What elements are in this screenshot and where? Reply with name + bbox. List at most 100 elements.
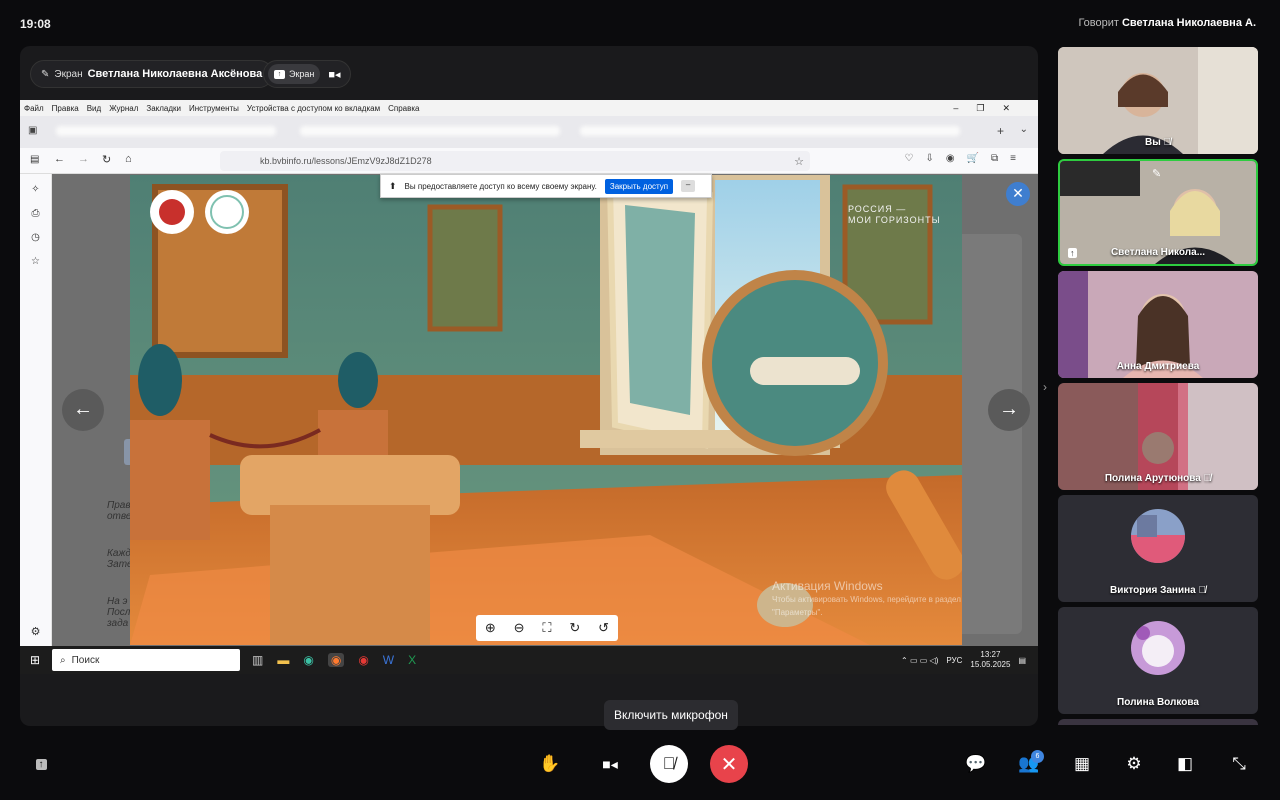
exit-fullscreen-button[interactable]: ⤡ xyxy=(1220,745,1258,783)
share-screen-icon: ↑ xyxy=(274,69,285,79)
back-icon[interactable]: ← xyxy=(54,153,65,165)
menu-history[interactable]: Журнал xyxy=(109,104,138,113)
taskbar-apps[interactable]: ▥ ▬ ◉ ◉ ◉ W X xyxy=(252,653,416,667)
screen-owner-chip[interactable]: ✎ Экран Светлана Николаевна Аксёнова xyxy=(30,60,274,88)
brand-line-2: МОИ ГОРИЗОНТЫ xyxy=(848,215,941,225)
share-notice-text: Вы предоставляете доступ ко всему своему… xyxy=(404,181,597,191)
mic-tooltip: Включить микрофон xyxy=(604,700,738,730)
layout-grid-button[interactable]: ▦ xyxy=(1063,745,1101,783)
browser-sidebar: ✧ ⎙ ◷ ☆ ⚙ xyxy=(20,174,52,646)
pin-icon: ✎ xyxy=(1152,168,1162,180)
camera-icon[interactable]: ■◂ xyxy=(328,68,340,81)
participant-tile-polina-a[interactable]: Полина Арутюнова 🎙̸ xyxy=(1058,383,1258,490)
participant-name: Полина Арутюнова 🎙̸ xyxy=(1104,473,1212,484)
grid-icon: ▦ xyxy=(1073,754,1091,773)
screen-tag: Экран xyxy=(54,68,83,80)
screen-camera-toggle[interactable]: ↑ Экран ■◂ xyxy=(263,60,351,88)
chat-icon: 💬 xyxy=(965,754,987,773)
participant-tile-polina-v[interactable]: Полина Волкова xyxy=(1058,607,1258,714)
new-tab-icon[interactable]: + xyxy=(997,124,1004,138)
excel-icon[interactable]: X xyxy=(408,653,416,667)
explorer-icon[interactable]: ▬ xyxy=(277,653,289,667)
url-text: kb.bvbinfo.ru/lessons/JEmzV9zJ8dZ1D278 xyxy=(260,156,432,166)
screen-share-notice: ⬆ Вы предоставляете доступ ко всему свое… xyxy=(380,174,712,198)
participant-tile-anna[interactable]: Анна Дмитриева xyxy=(1058,271,1258,378)
lesson-brand: РОССИЯ — МОИ ГОРИЗОНТЫ xyxy=(848,204,941,226)
windows-start-icon[interactable]: ⊞ xyxy=(30,653,40,667)
rotate-left-icon[interactable]: ↺ xyxy=(598,620,609,636)
screen-option[interactable]: ↑ Экран xyxy=(268,64,321,84)
window-controls[interactable]: –❐✕ xyxy=(953,103,1028,114)
zoom-in-icon[interactable]: ⊕ xyxy=(485,620,496,636)
menu-tools[interactable]: Инструменты xyxy=(189,104,239,113)
fullscreen-icon[interactable]: ⛶ xyxy=(542,620,551,636)
menu-help[interactable]: Справка xyxy=(388,104,419,113)
participant-tile-self[interactable]: Вы 🎙̸ xyxy=(1058,47,1258,154)
browser-tabs: ▣ + ⌄ xyxy=(20,116,1038,148)
microphone-button[interactable]: 🎙̸ xyxy=(650,745,688,783)
menu-bookmarks[interactable]: Закладки xyxy=(146,104,181,113)
more-participants-hint xyxy=(1058,719,1258,725)
sidebar-toggle-icon[interactable]: ▤ xyxy=(30,154,39,165)
participant-name: Вы 🎙̸ xyxy=(1144,137,1172,148)
bookmark-star-icon[interactable]: ☆ xyxy=(794,155,804,168)
keyboard-lang[interactable]: РУС xyxy=(946,656,962,665)
zoom-out-icon[interactable]: ⊖ xyxy=(514,620,525,636)
speaking-name: Светлана Николаевна А. xyxy=(1121,17,1256,29)
share-screen-icon: ↑ xyxy=(35,758,47,770)
search-icon: ⌕ xyxy=(60,654,66,666)
chat-button[interactable]: 💬 xyxy=(957,745,995,783)
prev-slide-button[interactable]: ← xyxy=(62,389,104,431)
firefox-icon[interactable]: ◉ xyxy=(327,653,345,667)
close-lesson-button[interactable]: ✕ xyxy=(1006,182,1030,206)
windows-taskbar: ⊞ ⌕ Поиск ▥ ▬ ◉ ◉ ◉ W X xyxy=(20,646,1038,674)
menu-devices[interactable]: Устройства с доступом ко вкладкам xyxy=(247,104,380,113)
word-icon[interactable]: W xyxy=(383,653,394,667)
browser-menubar: Файл Правка Вид Журнал Закладки Инструме… xyxy=(20,100,1038,116)
collapse-panel-icon[interactable]: › xyxy=(1043,380,1047,394)
tray-clock[interactable]: 13:27 15.05.2025 xyxy=(970,650,1010,670)
camera-button[interactable]: ■◂ xyxy=(591,745,629,783)
settings-icon[interactable]: ⚙ xyxy=(20,625,51,638)
taskbar-search[interactable]: ⌕ Поиск xyxy=(52,649,240,671)
end-call-button[interactable]: ✕ xyxy=(710,745,748,783)
tab-menu-icon[interactable]: ⌄ xyxy=(1020,124,1028,135)
participant-tile-speaker[interactable]: ✎ ↑ Светлана Никола... xyxy=(1058,159,1258,266)
close-icon: ✕ xyxy=(1012,185,1024,201)
participant-tile-victoria[interactable]: Виктория Занина 🎙̸ xyxy=(1058,495,1258,602)
clock: 19:08 xyxy=(20,17,51,31)
url-field[interactable]: kb.bvbinfo.ru/lessons/JEmzV9zJ8dZ1D278 ☆ xyxy=(220,151,810,171)
participant-name: Анна Дмитриева xyxy=(1116,361,1200,372)
participant-name: Полина Волкова xyxy=(1117,697,1199,708)
forward-icon[interactable]: → xyxy=(78,153,89,165)
task-view-icon[interactable]: ▥ xyxy=(252,653,263,667)
tray-icons[interactable]: ⌃ ▭ ▭ ◁) xyxy=(901,656,938,665)
minimize-notice-button[interactable]: – xyxy=(681,180,696,192)
participants-button[interactable]: 👥 xyxy=(1010,745,1048,783)
rotate-right-icon[interactable]: ↻ xyxy=(569,620,580,636)
share-screen-button[interactable]: ↑ xyxy=(22,745,60,783)
participants-count-badge: 6 xyxy=(1031,750,1044,763)
picture-in-picture-button[interactable]: ◧ xyxy=(1166,745,1204,783)
yandex-icon[interactable]: ◉ xyxy=(358,653,368,667)
settings-button[interactable]: ⚙ xyxy=(1115,745,1153,783)
reload-icon[interactable]: ↻ xyxy=(102,153,111,166)
raise-hand-button[interactable]: ✋ xyxy=(531,745,569,783)
participant-name: Светлана Никола... xyxy=(1110,247,1206,258)
sidebar-icons[interactable]: ✧ ⎙ ◷ ☆ xyxy=(20,174,51,274)
activation-line-1: Чтобы активировать Windows, перейдите в … xyxy=(772,595,961,604)
edge-icon[interactable]: ◉ xyxy=(303,653,313,667)
toolbar-icons[interactable]: ♡⇩◉🛒⧉≡ xyxy=(905,153,1029,164)
menu-edit[interactable]: Правка xyxy=(52,104,79,113)
collapse-icon: ⤡ xyxy=(1232,754,1246,773)
home-icon[interactable]: ⌂ xyxy=(125,153,132,165)
tab-list-icon[interactable]: ▣ xyxy=(28,125,37,136)
lesson-illustration xyxy=(130,175,962,645)
shared-screen: Файл Правка Вид Журнал Закладки Инструме… xyxy=(20,100,1038,674)
arrow-left-icon: ← xyxy=(73,398,93,420)
notifications-icon[interactable]: ▤ xyxy=(1018,656,1026,665)
menu-file[interactable]: Файл xyxy=(24,104,44,113)
menu-view[interactable]: Вид xyxy=(87,104,101,113)
next-slide-button[interactable]: → xyxy=(988,389,1030,431)
stop-sharing-button[interactable]: Закрыть доступ xyxy=(604,178,674,194)
